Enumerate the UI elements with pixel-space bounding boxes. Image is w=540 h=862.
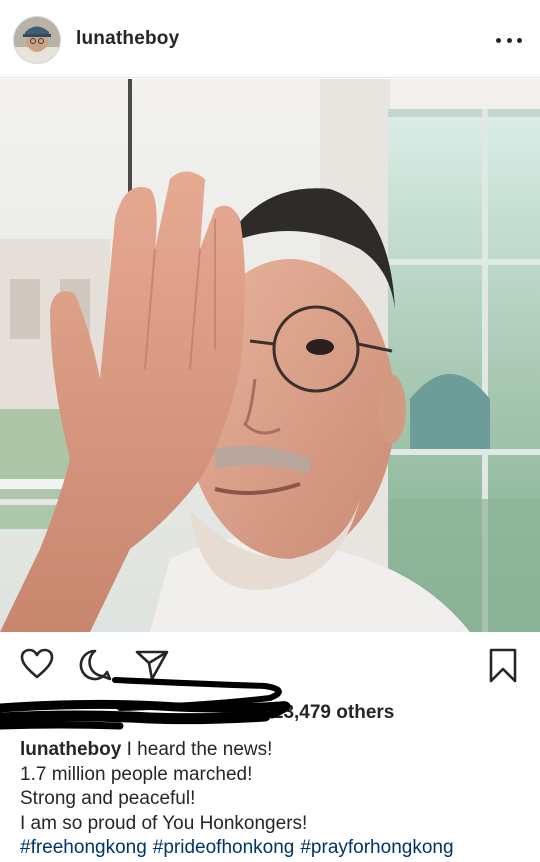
hashtag-link[interactable]: #prideofhonkong bbox=[153, 837, 295, 858]
profile-photo-icon bbox=[14, 17, 60, 63]
post-header: lunatheboy bbox=[0, 0, 540, 78]
paper-plane-icon[interactable] bbox=[134, 648, 170, 682]
avatar[interactable] bbox=[14, 17, 60, 63]
caption-line: I am so proud of You Honkongers! bbox=[20, 812, 308, 834]
caption-line: Strong and peaceful! bbox=[20, 788, 196, 809]
caption-username[interactable]: lunatheboy bbox=[20, 739, 121, 760]
post-photo[interactable] bbox=[0, 79, 540, 632]
likes-summary[interactable]: d 23,479 others bbox=[20, 702, 394, 724]
caption-line: I heard the news! bbox=[126, 739, 273, 760]
hashtag-link[interactable]: #prayforhongkong bbox=[300, 837, 453, 858]
caption-line: 1.7 million people marched! bbox=[20, 763, 253, 785]
selfie-photo-icon bbox=[0, 79, 540, 632]
comment-bubble-icon[interactable] bbox=[78, 648, 112, 682]
liked-by-fragment: d bbox=[256, 702, 268, 723]
action-bar bbox=[0, 640, 540, 690]
likes-others[interactable]: 23,479 others bbox=[273, 702, 394, 723]
heart-icon[interactable] bbox=[20, 648, 54, 680]
more-options-icon[interactable] bbox=[496, 30, 522, 50]
bookmark-icon[interactable] bbox=[488, 648, 518, 684]
hashtags: #freehongkong #prideofhonkong #prayforhong… bbox=[20, 836, 530, 861]
post-caption: lunatheboy I heard the news! 1.7 million… bbox=[20, 738, 530, 861]
post-author-username[interactable]: lunatheboy bbox=[76, 28, 179, 50]
hashtag-link[interactable]: #freehongkong bbox=[20, 837, 147, 858]
caption-first-line: lunatheboy I heard the news! bbox=[20, 738, 530, 763]
